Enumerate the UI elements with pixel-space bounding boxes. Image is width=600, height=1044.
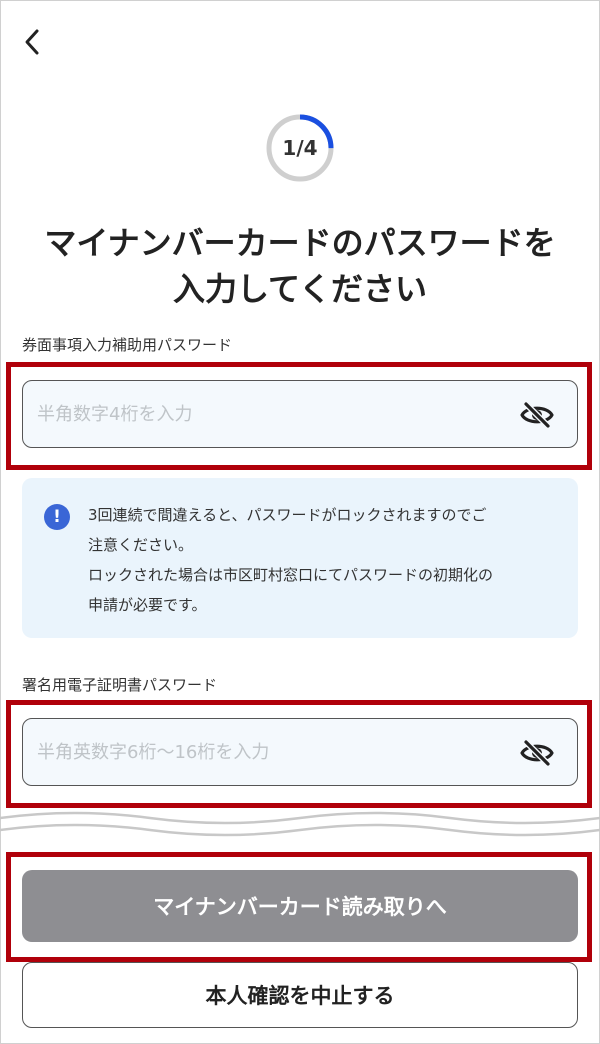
exclamation-circle-icon: ! bbox=[44, 504, 70, 530]
field1-label: 券面事項入力補助用パスワード bbox=[22, 336, 233, 354]
notice-line: ロックされた場合は市区町村窓口にてパスワードの初期化の bbox=[88, 566, 494, 584]
cancel-verification-button[interactable]: 本人確認を中止する bbox=[22, 962, 578, 1028]
page-title-line1: マイナンバーカードのパスワードを bbox=[44, 224, 556, 262]
progress-label: 1/4 bbox=[282, 136, 318, 160]
notice-line: 申請が必要です。 bbox=[88, 596, 207, 614]
back-button[interactable] bbox=[14, 24, 50, 60]
eye-slash-icon[interactable] bbox=[519, 739, 555, 767]
field2-label: 署名用電子証明書パスワード bbox=[22, 676, 218, 694]
field1-input-container[interactable] bbox=[22, 380, 578, 448]
chevron-left-icon bbox=[25, 29, 39, 55]
read-card-button[interactable]: マイナンバーカード読み取りへ bbox=[22, 870, 578, 942]
field2-password-input[interactable] bbox=[37, 741, 477, 763]
field1-password-input[interactable] bbox=[37, 403, 477, 425]
notice-line: 3回連続で間違えると、パスワードがロックされますのでご bbox=[88, 506, 487, 524]
warning-notice: ! 3回連続で間違えると、パスワードがロックされますのでご 注意ください。 ロッ… bbox=[22, 478, 578, 638]
notice-text: 3回連続で間違えると、パスワードがロックされますのでご 注意ください。 ロックさ… bbox=[88, 500, 566, 620]
page-title-line2: 入力してください bbox=[172, 270, 428, 308]
field2-input-container[interactable] bbox=[22, 718, 578, 786]
cut-divider bbox=[0, 811, 600, 837]
eye-slash-icon[interactable] bbox=[519, 401, 555, 429]
page-title: マイナンバーカードのパスワードを 入力してください bbox=[0, 220, 600, 312]
notice-line: 注意ください。 bbox=[88, 536, 194, 554]
